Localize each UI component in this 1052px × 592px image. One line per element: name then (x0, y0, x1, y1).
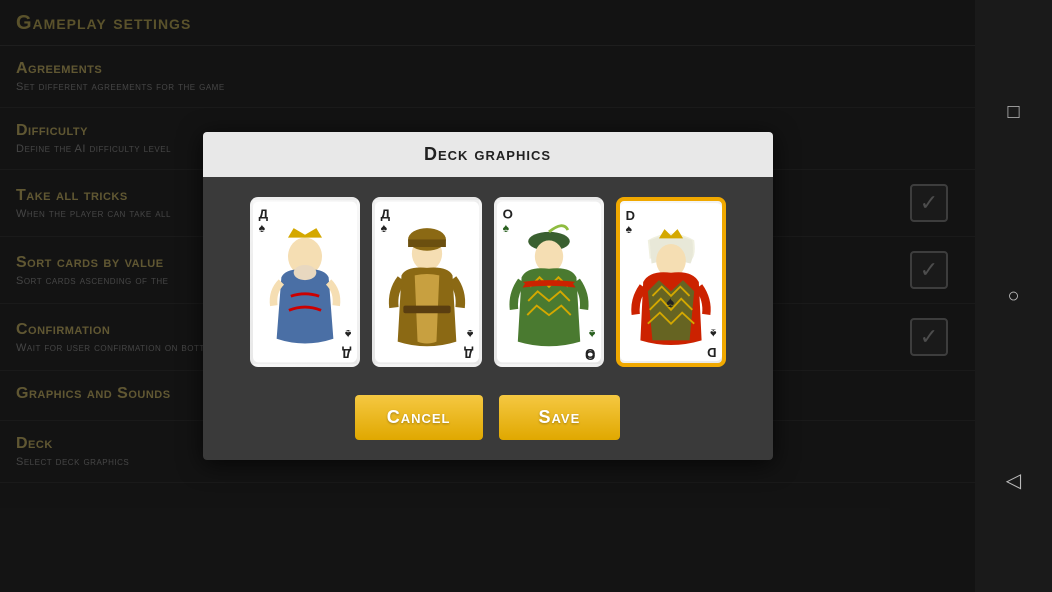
svg-text:♠: ♠ (625, 222, 632, 236)
svg-text:♠: ♠ (588, 327, 595, 341)
modal-title: Deck graphics (219, 144, 757, 165)
card-option-4[interactable]: D ♠ (616, 197, 726, 367)
svg-text:Д: Д (463, 346, 473, 361)
right-sidebar: □ ○ ◁ (975, 0, 1052, 592)
modal-overlay: Deck graphics Д ♠ (0, 0, 975, 592)
svg-text:♠: ♠ (380, 221, 387, 235)
svg-text:♠: ♠ (666, 295, 674, 311)
modal-header: Deck graphics (203, 132, 773, 177)
svg-text:Д: Д (380, 207, 390, 222)
svg-text:О: О (585, 346, 595, 361)
svg-text:♠: ♠ (344, 327, 351, 341)
svg-text:D: D (707, 345, 716, 360)
sidebar-back-button[interactable]: ◁ (992, 458, 1036, 502)
card-option-1[interactable]: Д ♠ Д (250, 197, 360, 367)
cancel-button[interactable]: Cancel (355, 395, 483, 440)
save-button[interactable]: Save (499, 395, 621, 440)
sidebar-circle-button[interactable]: ○ (992, 274, 1036, 318)
card-option-3[interactable]: О ♠ (494, 197, 604, 367)
svg-text:♠: ♠ (502, 221, 509, 235)
sidebar-square-button[interactable]: □ (992, 90, 1036, 134)
svg-text:D: D (625, 208, 634, 223)
deck-graphics-dialog: Deck graphics Д ♠ (203, 132, 773, 460)
svg-text:♠: ♠ (258, 221, 265, 235)
svg-text:О: О (502, 207, 512, 222)
modal-footer: Cancel Save (203, 383, 773, 460)
svg-text:Д: Д (258, 207, 268, 222)
svg-text:♠: ♠ (709, 326, 716, 340)
svg-text:♠: ♠ (466, 327, 473, 341)
modal-body: Д ♠ Д (203, 177, 773, 383)
card-option-2[interactable]: Д ♠ Д (372, 197, 482, 367)
svg-text:Д: Д (341, 346, 351, 361)
